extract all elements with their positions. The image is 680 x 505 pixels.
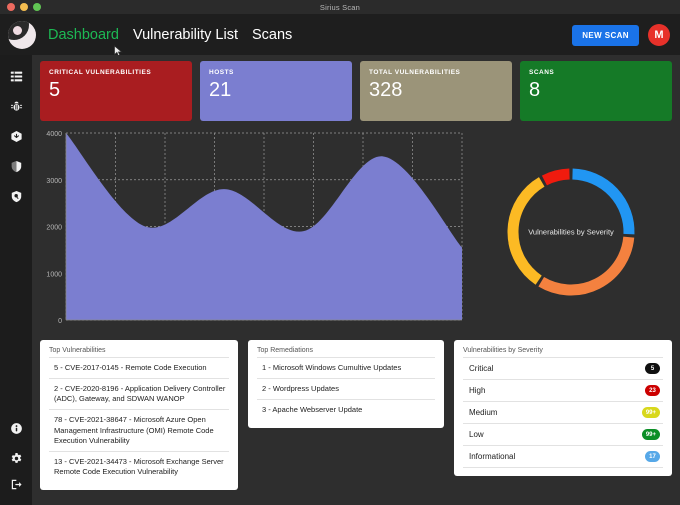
y-axis-tick-label: 2000 — [46, 225, 62, 232]
new-scan-button[interactable]: NEW SCAN — [572, 24, 639, 46]
logout-icon[interactable] — [3, 475, 29, 501]
severity-label: High — [469, 386, 486, 395]
nav-link-dashboard[interactable]: Dashboard — [48, 27, 119, 43]
list-item[interactable]: 2 - CVE-2020-8196 - Application Delivery… — [49, 378, 229, 409]
severity-label: Medium — [469, 408, 498, 417]
body-wrapper: CRITICAL VULNERABILITIES 5 HOSTS 21 TOTA… — [0, 55, 680, 505]
bug-icon[interactable] — [3, 93, 29, 119]
severity-label: Informational — [469, 452, 516, 461]
stat-value: 5 — [49, 79, 61, 101]
shield-search-icon[interactable] — [3, 183, 29, 209]
charts-row: 0 1000 2000 3000 4000 Vulnerabilities by Sev… — [40, 129, 672, 334]
navbar-right: NEW SCAN M — [572, 24, 670, 46]
gear-icon[interactable] — [3, 445, 29, 471]
donut-center-label: Vulnerabilities by Severity — [528, 227, 614, 236]
list-item[interactable]: 13 - CVE-2021-34473 - Microsoft Exchange… — [49, 450, 229, 482]
stat-card-scans[interactable]: SCANS 8 — [520, 61, 672, 121]
info-icon[interactable] — [3, 415, 29, 441]
sirius-logo-icon[interactable] — [8, 21, 36, 49]
panel-title: Top Remediations — [257, 347, 314, 354]
donut-segment-high[interactable] — [572, 168, 635, 234]
y-axis-tick-label: 0 — [58, 318, 62, 325]
stat-card-total-vulnerabilities[interactable]: TOTAL VULNERABILITIES 328 — [360, 61, 512, 121]
list-item[interactable]: 3 - Apache Webserver Update — [257, 399, 435, 420]
y-axis-tick-label: 4000 — [46, 131, 62, 138]
avatar[interactable]: M — [648, 24, 670, 46]
top-remediations-panel: Top Remediations 1 - Microsoft Windows C… — [248, 340, 444, 429]
status-badge: 23 — [645, 385, 660, 396]
donut-ring[interactable]: Vulnerabilities by Severity — [501, 162, 641, 302]
list-item[interactable]: 5 - CVE-2017-0145 - Remote Code Executio… — [49, 357, 229, 378]
area-chart-svg: 0 1000 2000 3000 4000 — [46, 131, 463, 325]
title-bar: Sirius Scan — [0, 0, 680, 15]
main-content: CRITICAL VULNERABILITIES 5 HOSTS 21 TOTA… — [32, 55, 680, 505]
donut-segment-critical[interactable] — [541, 168, 570, 185]
stat-value: 21 — [209, 79, 232, 101]
stat-label: SCANS — [529, 69, 555, 76]
severity-row-low[interactable]: Low 99+ — [463, 423, 663, 445]
y-axis-tick-label: 1000 — [46, 271, 62, 278]
severity-row-critical[interactable]: Critical 5 — [463, 357, 663, 379]
top-vulnerabilities-panel: Top Vulnerabilities 5 - CVE-2017-0145 - … — [40, 340, 238, 490]
list-item[interactable]: 78 - CVE-2021-38647 - Microsoft Azure Op… — [49, 409, 229, 450]
donut-segment-medium[interactable] — [538, 235, 635, 295]
status-badge: 99+ — [641, 429, 660, 440]
window-title: Sirius Scan — [319, 2, 361, 12]
severity-label: Low — [469, 430, 484, 439]
app-window: Sirius Scan Dashboard Vulnerability List… — [0, 0, 680, 505]
top-navbar: Dashboard Vulnerability List Scans NEW S… — [0, 15, 680, 57]
stat-card-critical-vulnerabilities[interactable]: CRITICAL VULNERABILITIES 5 — [40, 61, 192, 121]
stat-cards: CRITICAL VULNERABILITIES 5 HOSTS 21 TOTA… — [40, 61, 672, 121]
severity-row-informational[interactable]: Informational 17 — [463, 445, 663, 468]
severity-list-panel: Vulnerabilities by Severity Critical 5 H… — [454, 340, 672, 476]
stat-value: 8 — [529, 79, 541, 101]
shield-icon[interactable] — [3, 153, 29, 179]
status-badge: 99+ — [641, 407, 660, 418]
status-badge: 5 — [645, 363, 660, 374]
stat-label: HOSTS — [209, 69, 234, 76]
list-item[interactable]: 1 - Microsoft Windows Cumultive Updates — [257, 357, 435, 378]
severity-label: Critical — [469, 364, 494, 373]
bottom-panels: Top Vulnerabilities 5 - CVE-2017-0145 - … — [40, 340, 672, 490]
severity-row-medium[interactable]: Medium 99+ — [463, 401, 663, 423]
nav-link-scans[interactable]: Scans — [252, 27, 292, 43]
stat-label: CRITICAL VULNERABILITIES — [49, 69, 152, 76]
panel-title: Vulnerabilities by Severity — [463, 347, 543, 354]
list-icon[interactable] — [3, 63, 29, 89]
stat-label: TOTAL VULNERABILITIES — [369, 69, 461, 76]
severity-row-high[interactable]: High 23 — [463, 379, 663, 401]
status-badge: 17 — [645, 451, 660, 462]
panel-title: Top Vulnerabilities — [49, 347, 106, 354]
stat-card-hosts[interactable]: HOSTS 21 — [200, 61, 352, 121]
nav-link-vulnerability-list[interactable]: Vulnerability List — [133, 27, 238, 43]
area-chart: 0 1000 2000 3000 4000 — [40, 129, 470, 334]
y-axis-tick-label: 3000 — [46, 178, 62, 185]
package-icon[interactable] — [3, 123, 29, 149]
severity-donut-chart: Vulnerabilities by Severity — [470, 129, 672, 334]
stat-value: 328 — [369, 79, 403, 101]
list-item[interactable]: 2 - Wordpress Updates — [257, 378, 435, 399]
nav-links: Dashboard Vulnerability List Scans — [48, 27, 292, 43]
left-sidebar — [0, 55, 32, 505]
